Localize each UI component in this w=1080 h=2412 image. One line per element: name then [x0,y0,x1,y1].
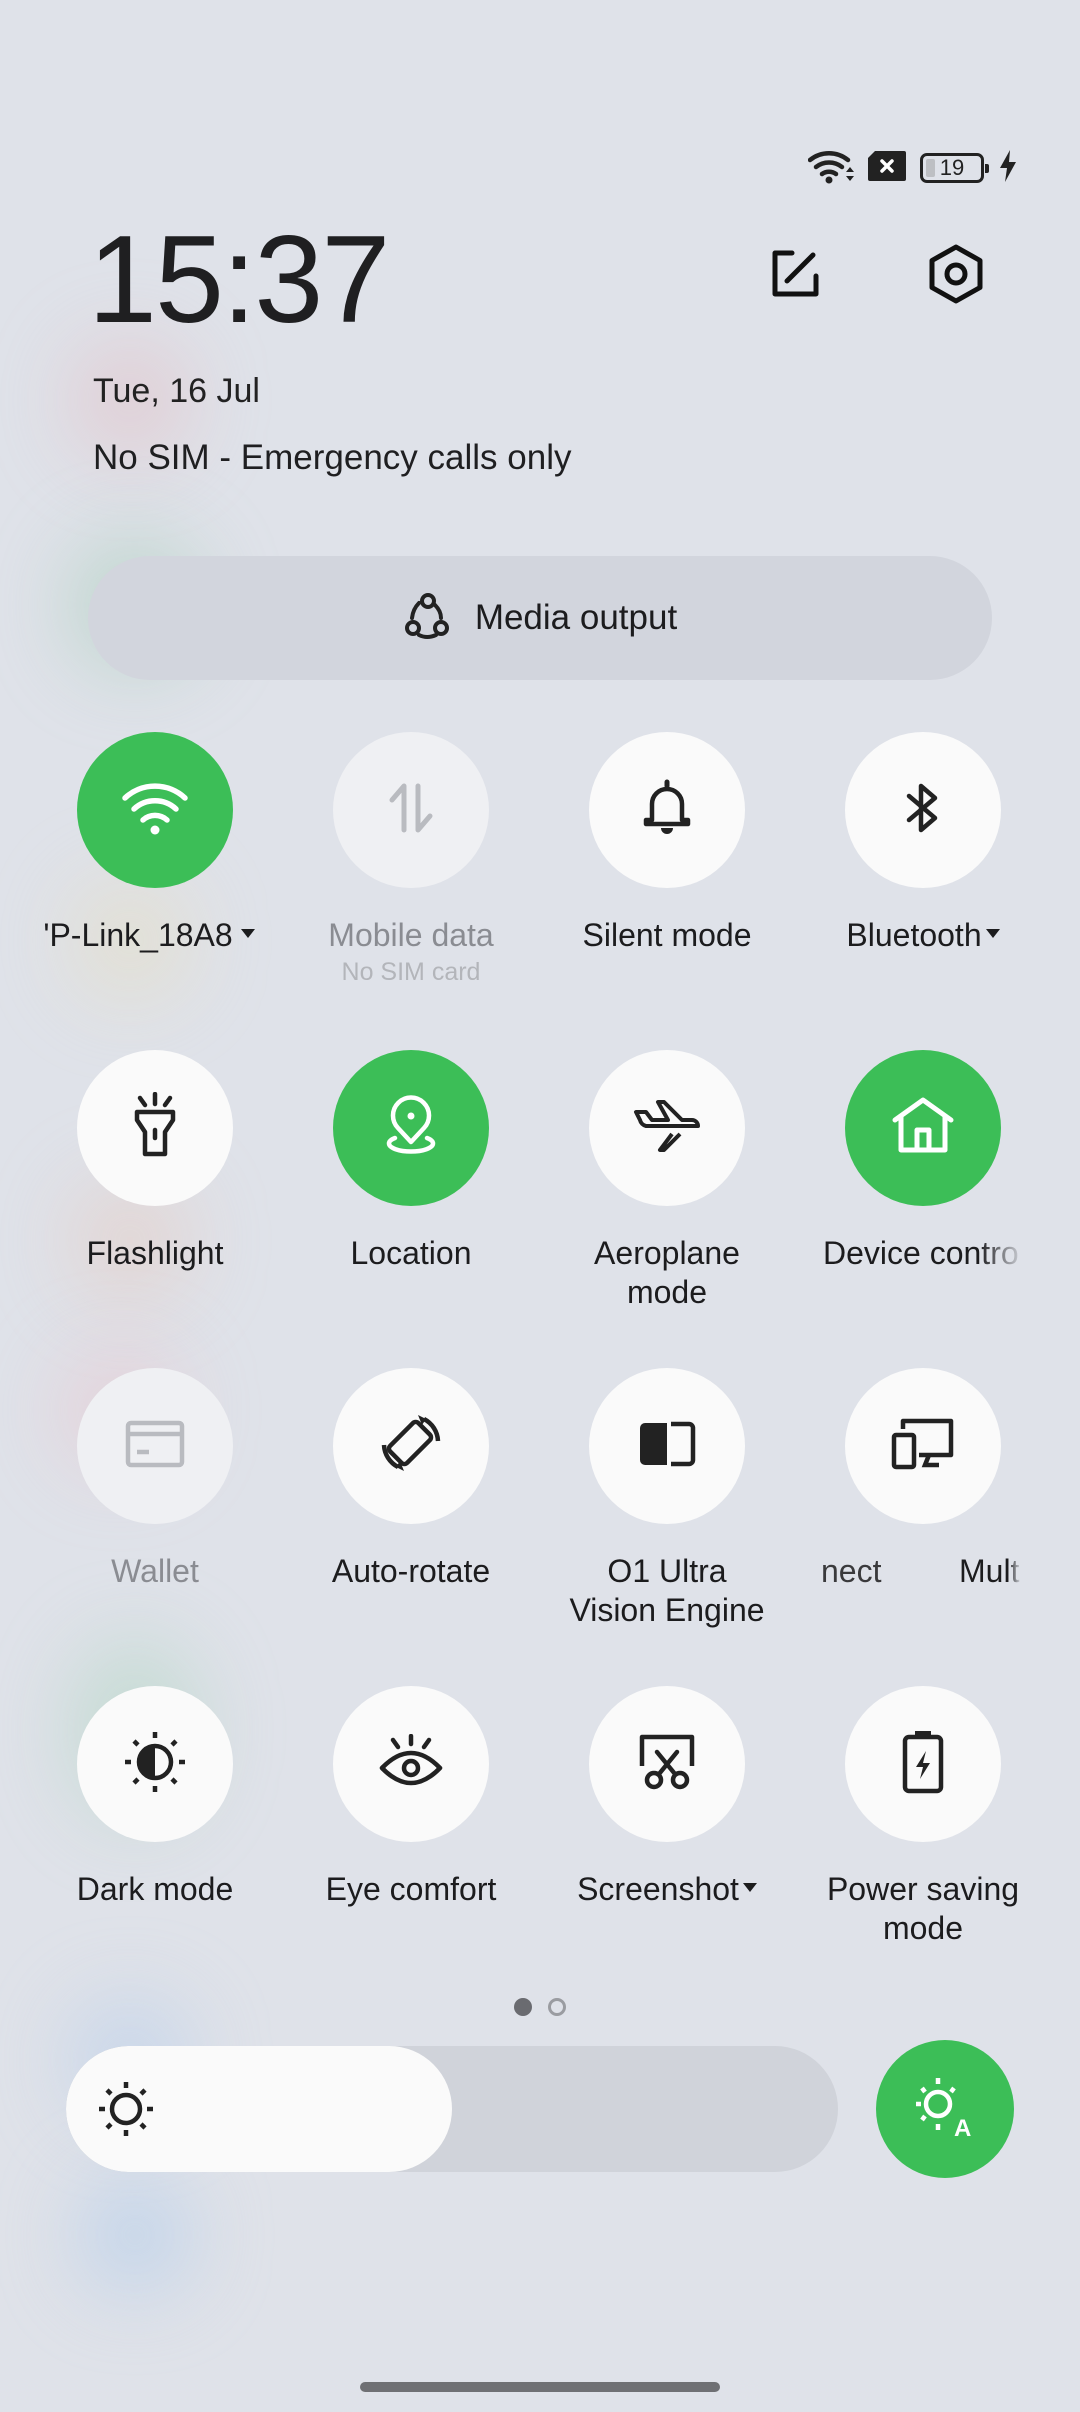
tile-multi-screen-connect[interactable]: nect Mult [795,1368,1051,1668]
tile-label: Device contro [823,1235,1019,1271]
tile-screenshot-toggle[interactable] [589,1686,745,1842]
tile-wallet[interactable]: Wallet [27,1368,283,1668]
flashlight-icon [130,1091,180,1165]
tile-label[interactable]: Bluetooth [795,916,1051,955]
no-sim-icon [868,150,906,186]
svg-text:A: A [954,2115,971,2142]
edit-icon [770,248,822,305]
dropdown-caret-icon[interactable] [985,929,1000,939]
tile-label: O1 Ultra Vision Engine [569,1553,765,1628]
tile-auto-rotate[interactable]: Auto-rotate [283,1368,539,1668]
dark-mode-icon [123,1730,187,1799]
vision-engine-icon [637,1420,697,1473]
tile-aeroplane-mode-toggle[interactable] [589,1050,745,1206]
tile-wifi[interactable]: 'P-Link_18A8 [27,732,283,1032]
settings-button[interactable] [916,236,996,316]
tile-label: Location [350,1235,472,1271]
tile-label: Aeroplane mode [594,1235,740,1310]
location-icon [381,1094,441,1163]
auto-brightness-icon: A [910,2072,980,2147]
tile-mobile-data[interactable]: Mobile data No SIM card [283,732,539,1032]
tile-silent-mode-toggle[interactable] [589,732,745,888]
tile-bluetooth-toggle[interactable] [845,732,1001,888]
charging-icon [998,149,1018,187]
multi-screen-icon [891,1417,955,1476]
battery-icon: 19 [920,153,989,183]
home-indicator[interactable] [360,2382,720,2392]
eye-comfort-icon [379,1733,443,1795]
auto-brightness-button[interactable]: A [876,2040,1014,2178]
tile-label: Auto-rotate [331,1553,491,1589]
tile-wallet-toggle[interactable] [77,1368,233,1524]
wallet-icon [125,1420,185,1473]
tile-label[interactable]: 'P-Link_18A8 [21,916,277,955]
tile-vision-engine[interactable]: O1 Ultra Vision Engine [539,1368,795,1668]
tile-location[interactable]: Location [283,1050,539,1350]
tile-power-saving[interactable]: Power saving mode [795,1686,1051,1986]
carrier-status: No SIM - Emergency calls only [93,438,572,477]
mobile-data-icon [384,780,438,841]
tile-label: Mobile data [328,917,494,953]
tile-eye-comfort[interactable]: Eye comfort [283,1686,539,1986]
power-saving-icon [901,1729,945,1800]
bell-icon [640,778,694,843]
date[interactable]: Tue, 16 Jul [93,372,260,411]
bluetooth-icon [903,778,943,843]
status-bar: 19 [807,148,1018,189]
page-dot-1[interactable] [514,1998,532,2016]
wifi-icon [121,780,189,841]
page-dot-2[interactable] [548,1998,566,2016]
brightness-icon [96,2079,156,2139]
dropdown-caret-icon[interactable] [742,1883,757,1893]
tile-dark-mode-toggle[interactable] [77,1686,233,1842]
tile-eye-comfort-toggle[interactable] [333,1686,489,1842]
tile-mobile-data-toggle[interactable] [333,732,489,888]
brightness-slider[interactable] [66,2046,838,2172]
auto-rotate-icon [378,1411,444,1482]
home-icon [891,1096,955,1161]
tile-label[interactable]: Screenshot [539,1870,795,1909]
tile-vision-engine-toggle[interactable] [589,1368,745,1524]
tile-auto-rotate-toggle[interactable] [333,1368,489,1524]
tile-label: Flashlight [86,1235,224,1271]
airplane-icon [632,1098,702,1159]
media-output-button[interactable]: Media output [88,556,992,680]
tile-flashlight-toggle[interactable] [77,1050,233,1206]
tile-label: Silent mode [582,917,752,953]
tile-bluetooth[interactable]: Bluetooth [795,732,1051,1032]
page-indicator [0,1998,1080,2016]
tile-aeroplane-mode[interactable]: Aeroplane mode [539,1050,795,1350]
clock[interactable]: 15:37 [88,218,390,342]
tile-label: Dark mode [76,1871,234,1907]
media-output-label: Media output [474,598,678,637]
tile-multi-screen-connect-toggle[interactable] [845,1368,1001,1524]
battery-level: 19 [939,155,965,180]
tile-dark-mode[interactable]: Dark mode [27,1686,283,1986]
media-output-icon [403,591,453,646]
tile-silent-mode[interactable]: Silent mode [539,732,795,1032]
wifi-icon [807,148,854,189]
tile-wifi-toggle[interactable] [77,732,233,888]
tile-flashlight[interactable]: Flashlight [27,1050,283,1350]
tile-label: Eye comfort [325,1871,497,1907]
tile-device-controls[interactable]: Device contro [795,1050,1051,1350]
tile-device-controls-toggle[interactable] [845,1050,1001,1206]
tile-label: Wallet [111,1553,199,1589]
screenshot-icon [639,1734,695,1795]
bg-blur [80,2180,190,2290]
settings-icon [928,244,984,309]
tile-power-saving-toggle[interactable] [845,1686,1001,1842]
tile-location-toggle[interactable] [333,1050,489,1206]
tile-label: Power saving mode [826,1871,1020,1946]
tile-screenshot[interactable]: Screenshot [539,1686,795,1986]
edit-button[interactable] [756,236,836,316]
tile-sublabel: No SIM card [341,958,481,986]
dropdown-caret-icon[interactable] [240,929,255,939]
